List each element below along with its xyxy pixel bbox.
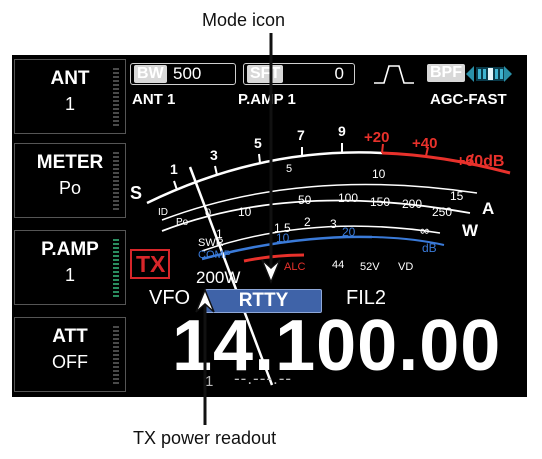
sub-vfo-label: 1 xyxy=(205,373,214,390)
po-tick-200: 200 xyxy=(402,197,423,211)
comp-tick-20: 20 xyxy=(342,225,356,239)
id-tick-15: 15 xyxy=(450,189,464,203)
swr-tick-inf: ∞ xyxy=(420,223,430,238)
tx-badge-text: TX xyxy=(136,251,166,277)
swr-tick-2: 2 xyxy=(304,215,311,229)
s-tick-3: 3 xyxy=(210,147,218,163)
po-unit: W xyxy=(462,221,479,240)
alc-label: ALC xyxy=(284,261,306,273)
id-tick-10: 10 xyxy=(372,167,386,181)
comp-label: COMP xyxy=(198,249,231,261)
tx-badge: TX xyxy=(130,249,170,279)
po-tick-250: 250 xyxy=(432,205,453,219)
power-readout: 200W xyxy=(196,268,241,287)
po-tick-50: 50 xyxy=(298,193,312,207)
po-label: Po xyxy=(176,217,189,228)
swr-tick-3: 3 xyxy=(330,217,337,231)
id-unit: A xyxy=(482,199,495,218)
sub-frequency: --.---.-- xyxy=(234,369,293,388)
s-tick-9: 9 xyxy=(338,123,346,139)
swr-tick-1: 1 xyxy=(216,227,223,241)
s-plus20: +20 xyxy=(364,129,390,146)
s-tick-1: 1 xyxy=(170,161,178,177)
po-tick-0: 0 xyxy=(205,207,212,219)
comp-tick-10: 10 xyxy=(276,231,290,245)
vd-tick-52: 52V xyxy=(360,261,380,273)
comp-unit: dB xyxy=(422,241,437,255)
s-scale-label: S xyxy=(130,183,143,203)
id-tick-5: 5 xyxy=(286,163,293,175)
po-tick-100: 100 xyxy=(338,191,359,205)
s-tick-7: 7 xyxy=(297,127,305,143)
radio-display: ANT 1 METER Po P.AMP 1 ATT OFF BW 500 SF… xyxy=(12,55,527,397)
tx-power-callout: TX power readout xyxy=(133,428,277,448)
s-plus60: +60dB xyxy=(456,153,505,170)
vd-tick-44: 44 xyxy=(332,259,345,271)
id-label: ID xyxy=(158,207,168,218)
po-tick-10: 10 xyxy=(238,205,252,219)
s-plus40: +40 xyxy=(412,135,438,152)
po-tick-150: 150 xyxy=(370,195,391,209)
mode-icon-callout: Mode icon xyxy=(202,10,286,30)
vd-label: VD xyxy=(398,261,414,273)
main-frequency[interactable]: 14.100.00 xyxy=(172,305,501,387)
s-tick-5: 5 xyxy=(254,135,262,151)
